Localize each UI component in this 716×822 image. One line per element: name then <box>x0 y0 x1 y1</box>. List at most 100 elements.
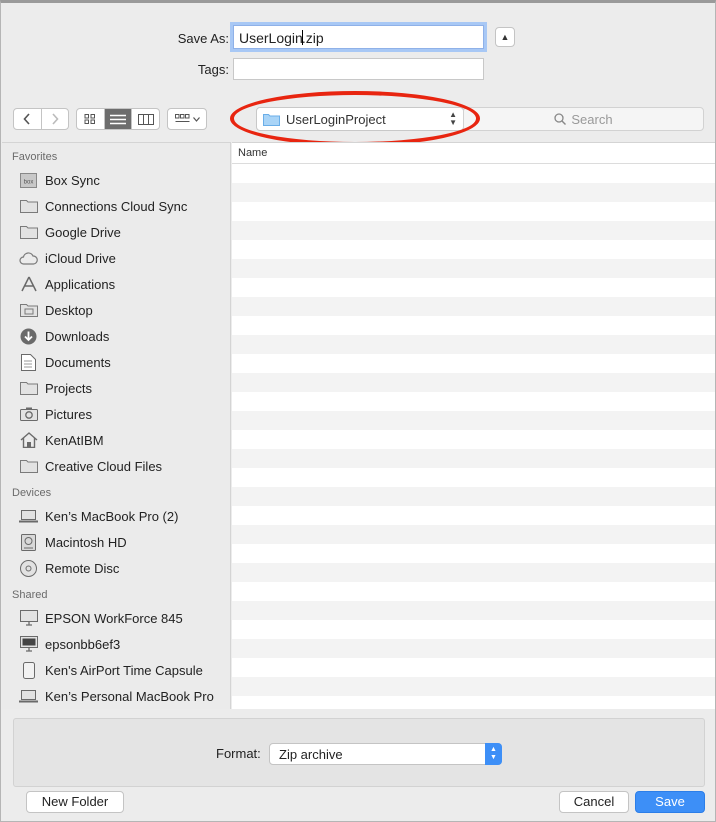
list-row <box>232 601 715 620</box>
toolbar: UserLoginProject ▲ ▼ Search <box>1 105 716 133</box>
sidebar-item-creative-cloud-files[interactable]: Creative Cloud Files <box>2 453 230 479</box>
list-row <box>232 183 715 202</box>
new-folder-button[interactable]: New Folder <box>26 791 124 813</box>
sidebar-item-google-drive[interactable]: Google Drive <box>2 219 230 245</box>
file-list[interactable]: Name <box>232 142 715 709</box>
save-button[interactable]: Save <box>635 791 705 813</box>
sidebar-item-applications[interactable]: Applications <box>2 271 230 297</box>
filename-text-end: .zip <box>301 30 324 46</box>
save-as-row: Save As: UserLogin.zip ▲ <box>1 25 716 51</box>
list-row <box>232 677 715 696</box>
list-row <box>232 487 715 506</box>
tags-row: Tags: <box>1 58 716 80</box>
favorites-heading: Favorites <box>12 151 58 163</box>
navigation-buttons <box>13 108 69 130</box>
location-label: UserLoginProject <box>286 111 386 127</box>
list-row <box>232 259 715 278</box>
hard-drive-icon <box>19 533 38 551</box>
list-row <box>232 164 715 183</box>
sidebar-item-projects[interactable]: Projects <box>2 375 230 401</box>
list-row <box>232 335 715 354</box>
sidebar-item-remote-disc[interactable]: Remote Disc <box>2 555 230 581</box>
list-row <box>232 506 715 525</box>
devices-heading: Devices <box>12 487 52 499</box>
sidebar-item-kens-macbook-pro-2[interactable]: Ken’s MacBook Pro (2) <box>2 503 230 529</box>
collapse-button[interactable]: ▲ <box>495 27 515 47</box>
sidebar: Favorites box Box Sync Connections Cloud… <box>2 142 231 709</box>
sidebar-item-desktop[interactable]: Desktop <box>2 297 230 323</box>
sidebar-item-epson-workforce-845[interactable]: EPSON WorkForce 845 <box>2 605 230 631</box>
cancel-button[interactable]: Cancel <box>559 791 629 813</box>
list-row <box>232 221 715 240</box>
sidebar-item-kenatibm[interactable]: KenAtIBM <box>2 427 230 453</box>
filename-input[interactable]: UserLogin.zip <box>233 25 484 49</box>
list-row <box>232 658 715 677</box>
home-icon <box>19 432 38 448</box>
sidebar-item-downloads[interactable]: Downloads <box>2 323 230 349</box>
list-row <box>232 202 715 221</box>
view-mode-buttons <box>76 108 160 130</box>
sidebar-item-pictures[interactable]: Pictures <box>2 401 230 427</box>
display-icon <box>19 636 38 652</box>
time-capsule-icon <box>19 661 38 679</box>
svg-text:box: box <box>24 179 34 185</box>
columns-icon <box>137 113 154 125</box>
location-select[interactable]: UserLoginProject ▲ ▼ <box>256 107 464 131</box>
list-row <box>232 563 715 582</box>
list-row <box>232 544 715 563</box>
sidebar-item-box-sync[interactable]: box Box Sync <box>2 167 230 193</box>
tags-input[interactable] <box>233 58 484 80</box>
camera-icon <box>19 406 38 422</box>
chevron-up-icon: ▲ <box>500 32 510 42</box>
applications-icon <box>19 276 38 292</box>
laptop-icon <box>19 508 38 524</box>
format-select[interactable]: Zip archive ▲ ▼ <box>269 743 502 765</box>
list-row <box>232 449 715 468</box>
arrange-button[interactable] <box>167 108 207 130</box>
search-field[interactable]: Search <box>463 107 704 131</box>
chevron-down-icon <box>192 116 200 122</box>
disc-icon <box>19 559 38 577</box>
tags-label: Tags: <box>197 62 229 77</box>
name-column-header[interactable]: Name <box>232 143 715 164</box>
desktop-folder-icon <box>19 302 38 318</box>
sidebar-item-epsonbb6ef3[interactable]: epsonbb6ef3 <box>2 631 230 657</box>
sidebar-item-macintosh-hd[interactable]: Macintosh HD <box>2 529 230 555</box>
list-row <box>232 240 715 259</box>
format-label: Format: <box>216 746 261 761</box>
list-icon <box>110 114 126 124</box>
display-icon <box>19 610 38 626</box>
folder-icon <box>19 198 38 214</box>
sidebar-item-kens-personal-macbook-pro[interactable]: Ken’s Personal MacBook Pro <box>2 683 230 709</box>
save-as-label: Save As: <box>177 31 229 46</box>
shared-heading: Shared <box>12 589 48 601</box>
sidebar-item-kens-airport-time-capsule[interactable]: Ken's AirPort Time Capsule <box>2 657 230 683</box>
folder-icon <box>19 458 38 474</box>
list-row <box>232 468 715 487</box>
list-row <box>232 620 715 639</box>
forward-button[interactable] <box>40 109 69 129</box>
list-row <box>232 354 715 373</box>
folder-icon <box>19 380 38 396</box>
list-row <box>232 373 715 392</box>
up-down-chevron-icon: ▲ ▼ <box>485 743 502 765</box>
grid-icon <box>84 114 96 124</box>
list-row <box>232 392 715 411</box>
list-view-button[interactable] <box>103 109 132 129</box>
list-row <box>232 278 715 297</box>
file-list-rows <box>232 164 715 709</box>
column-view-button[interactable] <box>131 109 159 129</box>
list-row <box>232 411 715 430</box>
sidebar-item-connections-cloud-sync[interactable]: Connections Cloud Sync <box>2 193 230 219</box>
footer-panel: Format: Zip archive ▲ ▼ <box>13 718 705 787</box>
list-row <box>232 696 715 709</box>
folder-icon <box>19 224 38 240</box>
back-button[interactable] <box>14 109 41 129</box>
laptop-icon <box>19 688 38 704</box>
list-row <box>232 316 715 335</box>
sidebar-item-documents[interactable]: Documents <box>2 349 230 375</box>
format-value: Zip archive <box>279 747 343 762</box>
sidebar-item-icloud-drive[interactable]: iCloud Drive <box>2 245 230 271</box>
icon-view-button[interactable] <box>77 109 104 129</box>
folder-icon <box>263 114 280 126</box>
